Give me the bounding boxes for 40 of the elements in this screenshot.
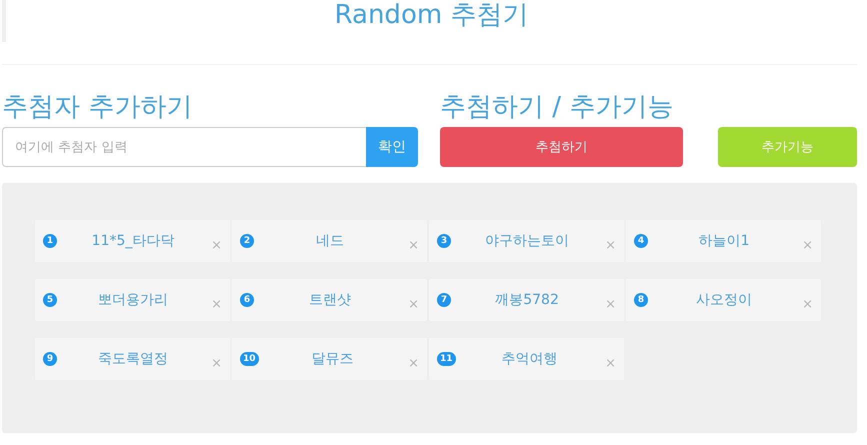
number-badge: 1 (43, 234, 57, 248)
number-badge: 2 (240, 234, 254, 248)
section-heading: 추첨자 추가하기 (2, 91, 194, 123)
name-input-field[interactable]: 여기에 추첨자 입력 (2, 127, 366, 167)
entry-name: 사오정이 (695, 291, 754, 309)
entry-name: 뽀더용가리 (97, 291, 170, 309)
remove-button[interactable]: × (800, 296, 815, 312)
number-badge: 7 (437, 293, 451, 307)
page-title: Random 추첨기 (334, 0, 528, 32)
entry-name: 네드 (315, 232, 346, 250)
entry-name: 하늘이1 (698, 232, 750, 250)
number-badge: 11 (437, 352, 456, 366)
entry-name: 달뮤즈 (310, 350, 354, 368)
remove-button[interactable]: × (209, 296, 224, 312)
remove-button[interactable]: × (603, 356, 618, 370)
remove-button[interactable]: × (406, 356, 421, 370)
extra-features-button[interactable]: 추가기능 (718, 127, 857, 167)
entry-name: 11*5_타다닥 (90, 232, 176, 250)
remove-button[interactable]: × (209, 356, 224, 370)
number-badge: 10 (240, 352, 259, 366)
remove-button[interactable]: × (603, 296, 618, 312)
confirm-button[interactable]: 확인 (366, 127, 418, 167)
number-badge: 6 (240, 293, 254, 307)
number-badge: 4 (634, 234, 648, 248)
entry-name: 트랜샷 (308, 291, 352, 309)
remove-button[interactable]: × (406, 238, 421, 252)
entry-name: 추억여행 (500, 350, 558, 368)
number-badge: 8 (634, 293, 648, 307)
section-heading: 추첨하기 / 추가기능 (440, 91, 674, 123)
entry-name: 야구하는토이 (484, 232, 570, 250)
remove-button[interactable]: × (406, 296, 421, 312)
number-badge: 9 (43, 352, 57, 366)
number-badge: 3 (437, 234, 451, 248)
draw-button[interactable]: 추첨하기 (440, 127, 683, 167)
remove-button[interactable]: × (209, 238, 224, 252)
remove-button[interactable]: × (800, 238, 815, 252)
entry-name: 죽도록열정 (97, 350, 170, 368)
entry-name: 깨봉5782 (494, 291, 560, 309)
remove-button[interactable]: × (603, 238, 618, 252)
number-badge: 5 (43, 293, 57, 307)
